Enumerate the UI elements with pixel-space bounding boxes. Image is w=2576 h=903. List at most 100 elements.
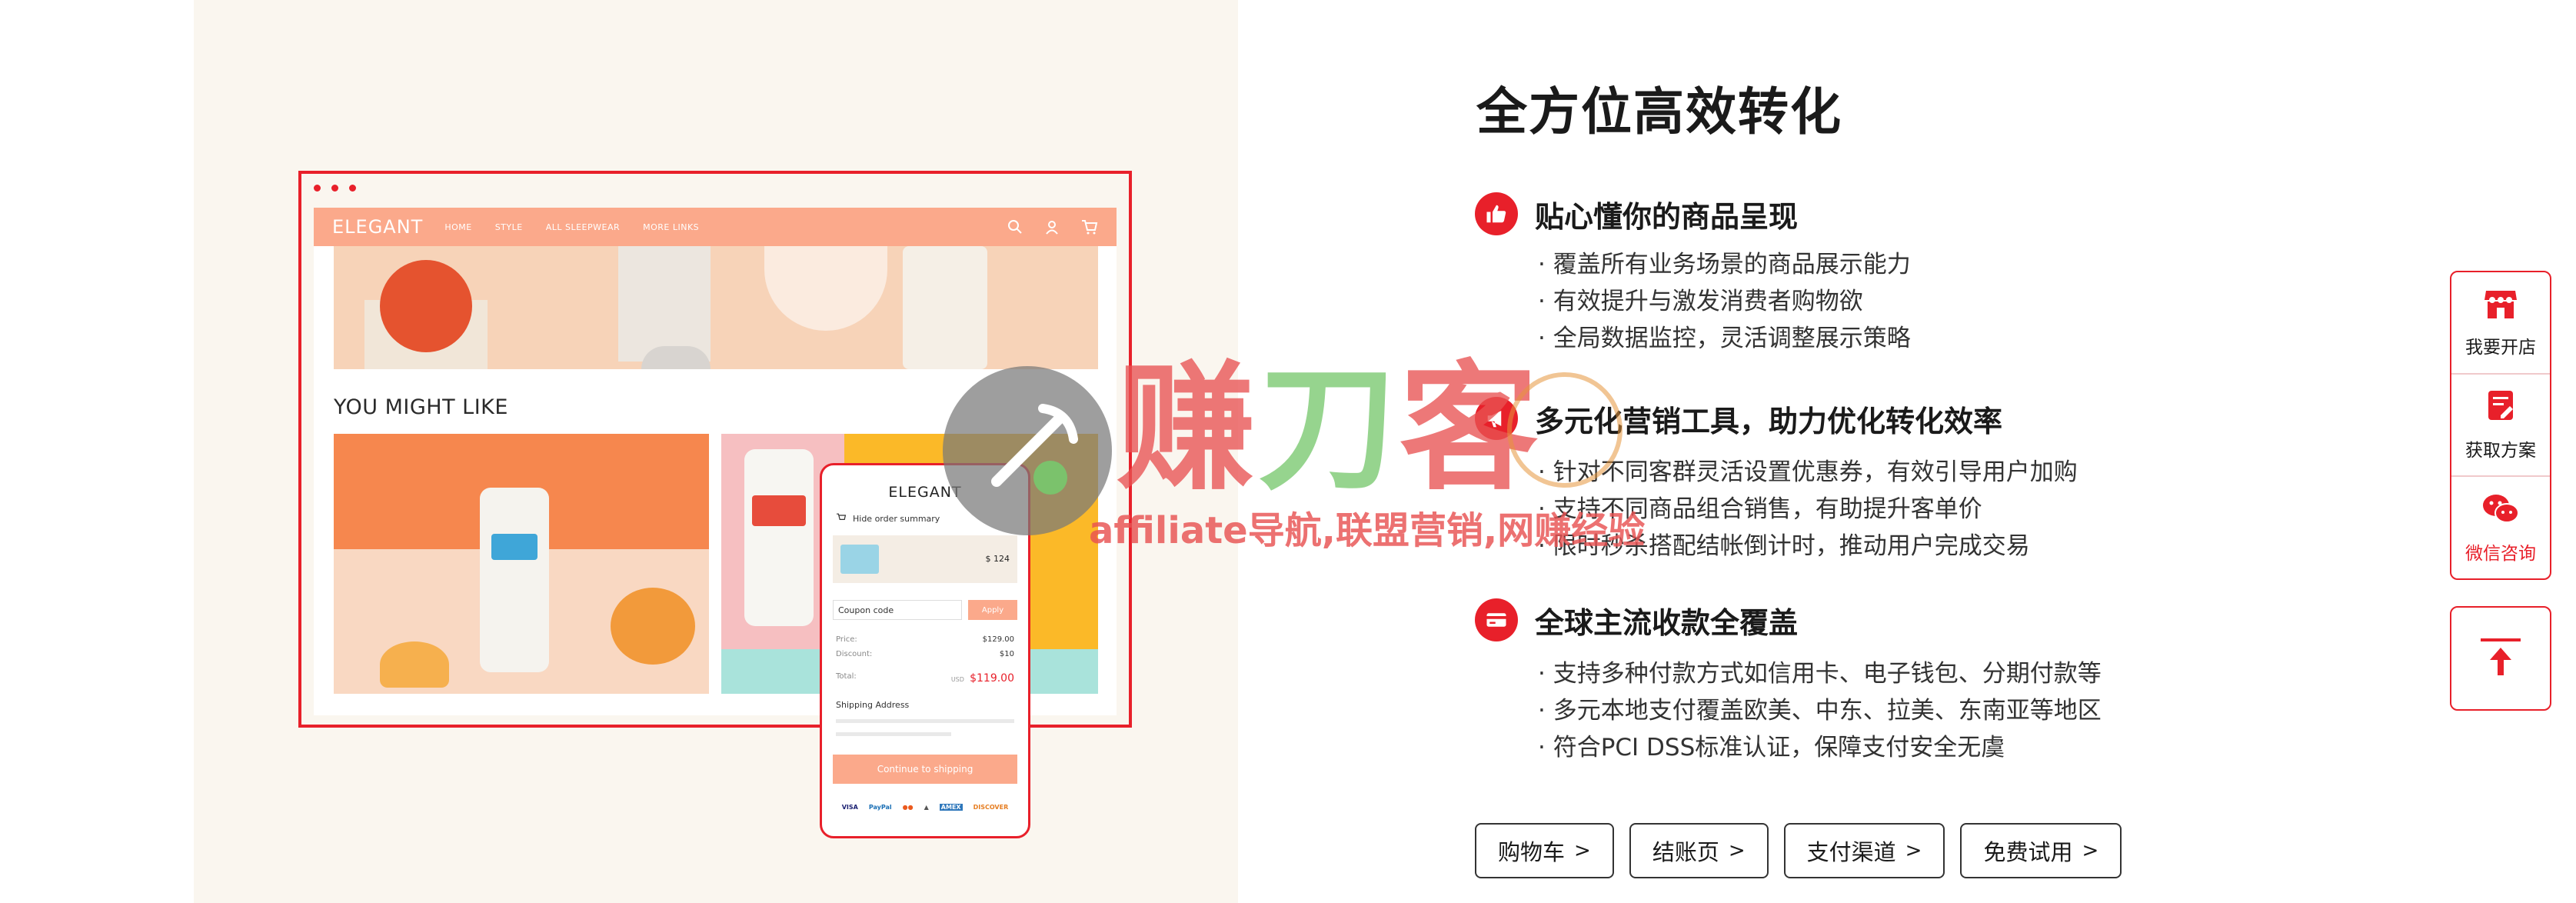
- get-plan-button[interactable]: 获取方案: [2451, 375, 2550, 477]
- chevron-right-icon: >: [1728, 839, 1746, 862]
- link-label: 免费试用: [1983, 839, 2073, 865]
- shipping-address-label: Shipping Address: [836, 700, 910, 710]
- visa-logo: VISA: [841, 804, 858, 811]
- floating-contact-panel: 我要开店 获取方案 微信咨询: [2450, 271, 2551, 580]
- feature-bullet: 覆盖所有业务场景的商品展示能力: [1538, 246, 2213, 283]
- mastercard-logo: ●●: [902, 804, 914, 811]
- document-edit-icon: [2485, 389, 2516, 426]
- watermark-logo-circle: [943, 366, 1112, 535]
- continue-to-shipping-button: Continue to shipping: [833, 755, 1017, 784]
- coupon-input: Coupon code: [833, 600, 962, 620]
- thumbs-up-icon: [1475, 192, 1518, 235]
- shipping-field-placeholder: [836, 719, 1014, 723]
- back-to-top-button[interactable]: [2450, 606, 2551, 711]
- watermark-char: 赚: [1117, 348, 1259, 509]
- discount-value: $10: [999, 650, 1014, 658]
- coupon-row: Coupon code Apply: [833, 600, 1017, 620]
- total-value: $119.00: [970, 672, 1014, 685]
- hero-orange-slice: [380, 260, 472, 352]
- section-title: YOU MIGHT LIKE: [334, 395, 508, 419]
- mock-search-icon: [1007, 219, 1023, 235]
- window-dots: [314, 185, 356, 192]
- mock-nav-link-home: HOME: [444, 222, 472, 232]
- discover-logo: DISCOVER: [973, 804, 1009, 811]
- feature-title: 贴心懂你的商品呈现: [1535, 199, 1799, 234]
- feature-product-display: 贴心懂你的商品呈现 覆盖所有业务场景的商品展示能力 有效提升与激发消费者购物欲 …: [1475, 192, 2213, 357]
- payment-logos: VISA PayPal ●● ▲ AMEX DISCOVER: [822, 804, 1028, 811]
- watermark-coin-icon: [1507, 372, 1622, 488]
- paypal-logo: PayPal: [868, 804, 892, 811]
- side-item-label: 获取方案: [2465, 440, 2536, 461]
- link-payment-channels-button[interactable]: 支付渠道 >: [1783, 823, 1945, 878]
- hero-glass: [764, 246, 887, 331]
- quick-links: 购物车 > 结账页 > 支付渠道 > 免费试用 >: [1475, 823, 2122, 878]
- discount-label: Discount:: [836, 650, 873, 658]
- total-currency: USD: [950, 676, 964, 683]
- store-icon: [2483, 288, 2518, 323]
- amex-logo: AMEX: [939, 804, 963, 811]
- mock-logo: ELEGANT: [332, 216, 424, 238]
- mock-cart-icon: [1081, 219, 1098, 235]
- feature-bullet: 符合PCI DSS标准认证，保障支付安全无虞: [1538, 729, 2213, 766]
- coupon-apply-button: Apply: [968, 600, 1017, 620]
- feature-bullet: 有效提升与激发消费者购物欲: [1538, 283, 2213, 320]
- window-dot: [349, 185, 356, 192]
- link-label: 支付渠道: [1806, 839, 1896, 865]
- product-can: [744, 449, 814, 626]
- cart-icon: [836, 513, 847, 525]
- order-item-thumbnail: [840, 545, 879, 574]
- product-can-label: [491, 534, 537, 560]
- feature-global-payments: 全球主流收款全覆盖 支持多种付款方式如信用卡、电子钱包、分期付款等 多元本地支付…: [1475, 598, 2213, 766]
- link-free-trial-button[interactable]: 免费试用 >: [1960, 823, 2122, 878]
- feature-bullet: 多元本地支付覆盖欧美、中东、拉美、东南亚等地区: [1538, 692, 2213, 729]
- order-summary-label: Hide order summary: [853, 514, 940, 524]
- chevron-right-icon: >: [1905, 839, 1922, 862]
- page-margin-left: [0, 0, 194, 903]
- hero-can: [903, 246, 987, 369]
- peach-slice-shape: [380, 641, 449, 688]
- feature-bullet: 针对不同客群灵活设置优惠券，有效引导用户加购: [1538, 454, 2213, 491]
- shipping-field-placeholder: [836, 732, 951, 736]
- wechat-icon: [2481, 492, 2520, 529]
- hero-can-lid: [641, 346, 711, 369]
- watermark-subtitle: affiliate导航,联盟营销,网赚经验: [1089, 509, 1646, 552]
- order-item: $ 124: [833, 535, 1017, 583]
- credit-card-icon: [1475, 598, 1518, 641]
- discount-row: Discount: $10: [836, 650, 1014, 658]
- side-item-label: 我要开店: [2465, 337, 2536, 358]
- wechat-consult-button[interactable]: 微信咨询: [2451, 477, 2550, 578]
- order-item-price: $ 124: [985, 554, 1010, 564]
- feature-title: 全球主流收款全覆盖: [1535, 605, 1799, 640]
- price-row: Price: $129.00: [836, 635, 1014, 644]
- chevron-right-icon: >: [2082, 839, 2099, 862]
- hero-pedestal: [618, 246, 711, 362]
- feature-bullet: 全局数据监控，灵活调整展示策略: [1538, 320, 2213, 357]
- watermark-char: 刀: [1258, 348, 1400, 509]
- product-can-label: [752, 495, 806, 526]
- window-dot: [331, 185, 338, 192]
- price-value: $129.00: [982, 635, 1014, 644]
- link-cart-button[interactable]: 购物车 >: [1475, 823, 1614, 878]
- mock-nav-link-more: MORE LINKS: [643, 222, 700, 232]
- total-label: Total:: [836, 672, 857, 681]
- total-row: Total: USD $119.00: [836, 672, 1014, 685]
- window-dot: [314, 185, 321, 192]
- section-heading: 全方位高效转化: [1476, 82, 1842, 142]
- mock-nav-link-sleepwear: ALL SLEEPWEAR: [545, 222, 621, 232]
- price-label: Price:: [836, 635, 857, 644]
- peach-shape: [611, 588, 695, 665]
- hero-banner-image: [334, 246, 1098, 369]
- side-item-label: 微信咨询: [2465, 543, 2536, 564]
- mock-nav-link-style: STYLE: [494, 222, 523, 232]
- watermark-brand: 赚刀客: [1117, 360, 1541, 498]
- arrow-up-icon: [2478, 634, 2524, 683]
- product-can: [480, 488, 549, 672]
- mock-user-icon: [1044, 219, 1060, 235]
- product-card: [334, 434, 709, 694]
- link-label: 购物车: [1498, 839, 1566, 865]
- bank-logo: ▲: [924, 804, 929, 811]
- link-checkout-button[interactable]: 结账页 >: [1629, 823, 1769, 878]
- chevron-right-icon: >: [1574, 839, 1591, 862]
- mock-navbar: ELEGANT HOME STYLE ALL SLEEPWEAR MORE LI…: [314, 208, 1117, 246]
- open-store-button[interactable]: 我要开店: [2451, 272, 2550, 375]
